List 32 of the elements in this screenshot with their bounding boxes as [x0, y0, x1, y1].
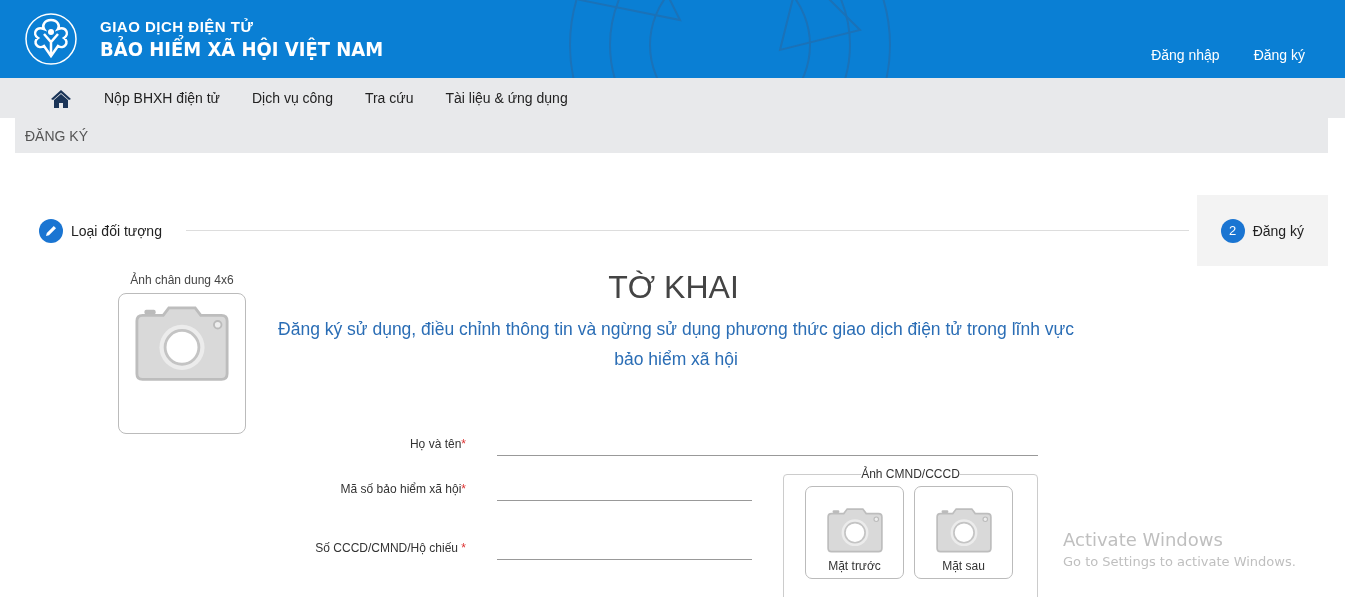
- id-photo-upload[interactable]: Mặt trước: [805, 486, 904, 579]
- page-heading: ĐĂNG KÝ: [25, 127, 88, 144]
- home-icon[interactable]: [50, 88, 72, 108]
- step-number: 2: [1220, 218, 1245, 243]
- portrait-upload[interactable]: [118, 293, 246, 434]
- step-label: Loại đối tượng: [71, 222, 162, 239]
- field-label: Mã số bảo hiểm xã hội*: [339, 481, 466, 496]
- site-title: BẢO HIỂM XÃ HỘI VIỆT NAM: [100, 36, 384, 61]
- header-link[interactable]: Đăng ký: [1253, 47, 1305, 63]
- panel-legend: Ảnh CMND/CCCD: [861, 467, 960, 481]
- step-label: Đăng ký: [1252, 222, 1304, 239]
- nav-link[interactable]: Tra cứu: [364, 90, 414, 106]
- site-subtitle: GIAO DỊCH ĐIỆN TỬ: [100, 17, 255, 35]
- portrait-label: Ảnh chân dung 4x6: [130, 273, 234, 287]
- wizard-step[interactable]: 2 Đăng ký: [1196, 195, 1328, 266]
- camera-icon: [135, 306, 229, 382]
- field-label: Họ và tên*: [408, 436, 466, 451]
- nav-link[interactable]: Tài liệu & ứng dụng: [445, 90, 568, 106]
- id-photo-upload[interactable]: Mặt sau: [914, 486, 1013, 579]
- form-subtitle: Đăng ký sử dụng, điều chỉnh thông tin và ngừng sử dụng phương thức giao dịch điện tử trong lĩnh vực bảo hiểm xã hội: [277, 318, 1075, 371]
- pencil-icon: [39, 218, 63, 243]
- wizard-step[interactable]: Loại đối tượng: [39, 195, 186, 266]
- camera-icon: [935, 508, 992, 553]
- nav-link[interactable]: Nộp BHXH điện tử: [104, 90, 220, 106]
- logo-icon: [24, 12, 78, 66]
- field-label: Số CCCD/CMND/Hộ chiếu *: [314, 540, 466, 555]
- camera-icon: [826, 508, 883, 553]
- activation-text: Go to Settings to activate Windows.: [1063, 554, 1296, 569]
- header-link[interactable]: Đăng nhập: [1151, 47, 1220, 63]
- form-title: TỜ KHAI: [607, 269, 740, 305]
- nav-link[interactable]: Dịch vụ công: [252, 90, 333, 106]
- activation-title: Activate Windows: [1063, 529, 1224, 550]
